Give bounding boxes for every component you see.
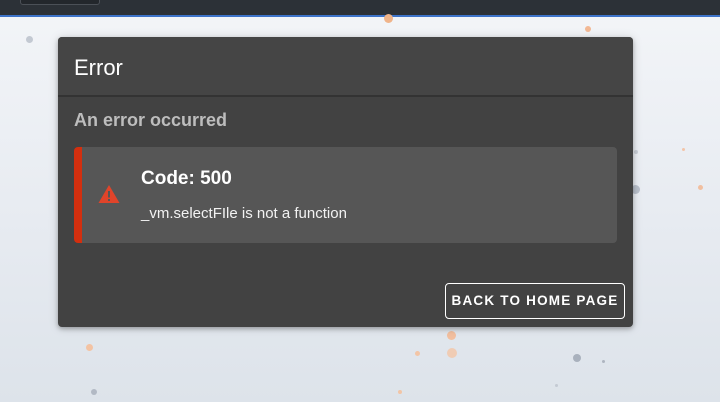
card-header: Error [58,37,633,97]
particle [698,185,703,190]
top-app-bar [0,0,720,17]
particle [86,344,93,351]
card-title: Error [74,55,123,80]
error-alert: Code: 500 _vm.selectFIle is not a functi… [74,147,617,243]
error-code: Code: 500 [141,168,232,189]
error-card: Error An error occurred Code: 500 _vm.se… [58,37,633,327]
particle [447,331,456,340]
particle [585,26,591,32]
particle [447,348,457,358]
top-bar-button[interactable] [20,0,100,5]
particle [384,14,393,23]
particle [602,360,605,363]
back-to-home-button[interactable]: BACK TO HOME PAGE [445,283,625,319]
particle [555,384,558,387]
particle [26,36,33,43]
error-message: _vm.selectFIle is not a function [141,205,347,222]
particle [573,354,581,362]
particle [398,390,402,394]
particle [91,389,97,395]
particle [634,150,638,154]
warning-triangle-icon [98,184,120,204]
card-subtitle: An error occurred [74,110,228,130]
particle [682,148,685,151]
particle [415,351,420,356]
